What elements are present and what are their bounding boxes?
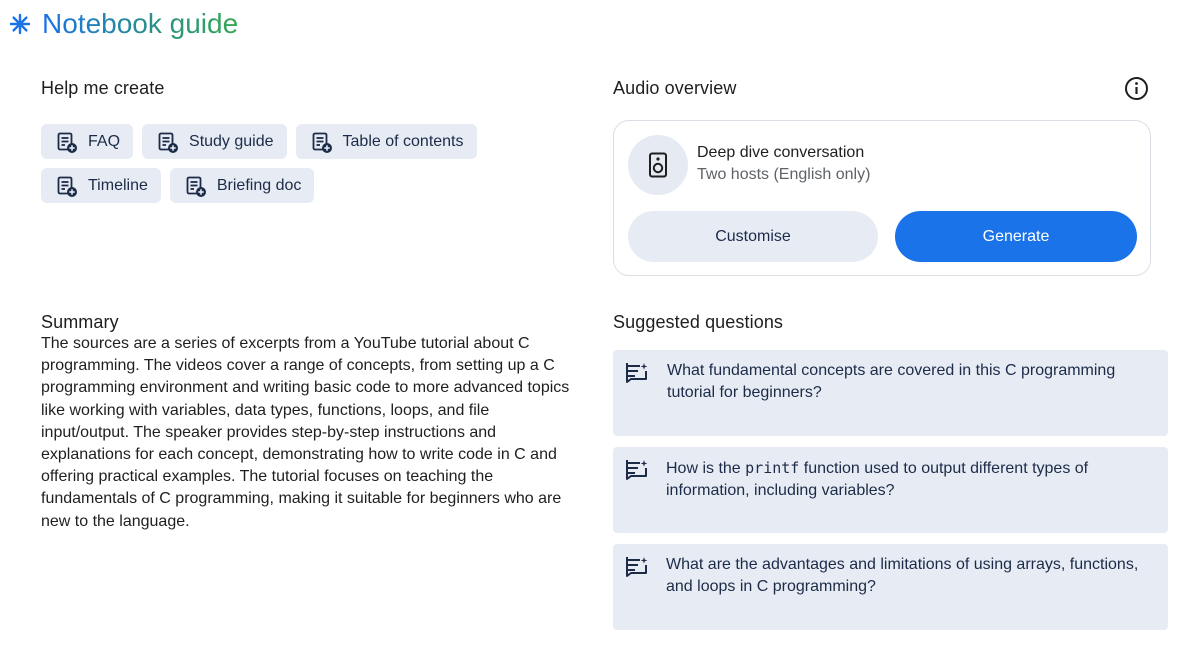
question-list-icon [625,555,651,581]
generate-button[interactable]: Generate [895,211,1137,262]
briefing-doc-chip[interactable]: Briefing doc [169,168,315,203]
header: Notebook guide [8,6,238,42]
study-guide-chip[interactable]: Study guide [142,124,287,159]
question-text: How is the printf function used to outpu… [666,457,1156,502]
chip-label: Study guide [189,132,274,150]
question-text-before: How is the [666,460,746,477]
create-chip-row: Timeline Briefing doc [41,168,315,203]
chip-label: Briefing doc [216,176,302,194]
faq-chip[interactable]: FAQ [41,124,134,159]
question-text: What are the advantages and limitations … [666,556,1139,595]
chip-label: FAQ [88,132,121,150]
note-add-icon [55,130,79,154]
suggested-question-1[interactable]: What fundamental concepts are covered in… [613,350,1168,436]
note-add-icon [156,130,180,154]
audio-title: Deep dive conversation [697,144,865,161]
question-list-icon [625,458,651,484]
audio-overview-card: Deep dive conversation Two hosts (Englis… [613,120,1151,276]
notebook-guide-panel: Notebook guide Help me create FAQ Study … [0,0,1200,652]
table-of-contents-chip[interactable]: Table of contents [295,124,477,159]
summary-text: The sources are a series of excerpts fro… [41,335,570,530]
audio-subtitle: Two hosts (English only) [697,166,871,183]
create-chip-row: FAQ Study guide Table of contents [41,124,477,159]
chip-label: Timeline [88,176,148,194]
audio-overview-heading: Audio overview [613,78,737,98]
suggested-question-2[interactable]: How is the printf function used to outpu… [613,447,1168,533]
suggested-questions-heading: Suggested questions [613,312,784,332]
suggested-question-3[interactable]: What are the advantages and limitations … [613,544,1168,630]
help-me-create-heading: Help me create [41,78,165,98]
note-add-icon [55,174,79,198]
note-add-icon [310,130,334,154]
inline-code: printf [745,459,800,477]
question-list-icon [625,361,651,387]
timeline-chip[interactable]: Timeline [41,168,161,203]
customise-button[interactable]: Customise [628,211,878,262]
note-add-icon [184,174,208,198]
info-icon[interactable] [1124,76,1149,101]
page-title: Notebook guide [42,8,239,39]
chip-label: Table of contents [342,132,464,150]
summary-heading: Summary [41,312,119,332]
question-text: What fundamental concepts are covered in… [667,362,1116,401]
speaker-icon [628,135,688,195]
sparkle-icon [8,12,32,36]
